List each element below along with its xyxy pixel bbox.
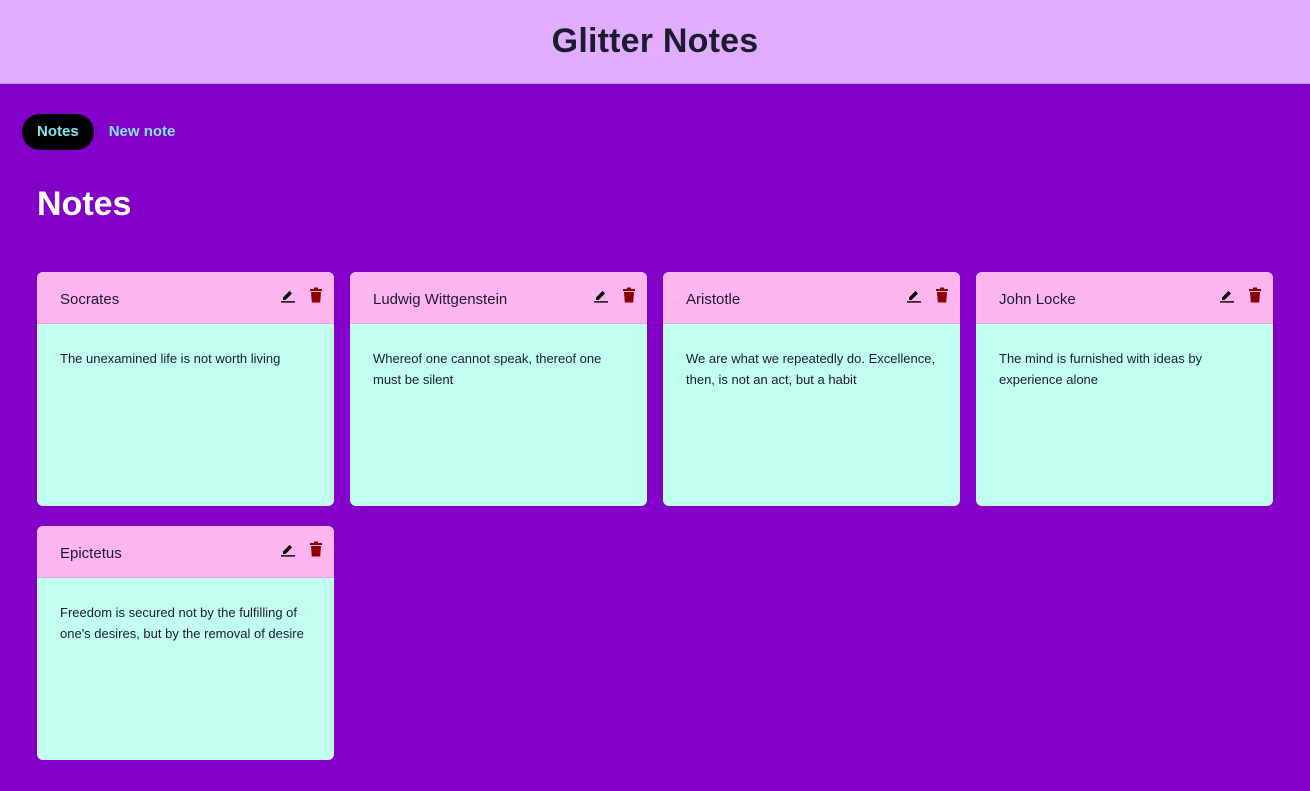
page-title: Notes (37, 185, 132, 223)
note-body: Whereof one cannot speak, thereof one mu… (373, 351, 602, 387)
nav-link-new-note[interactable]: New note (94, 114, 191, 150)
note-card: Epictetus Freedom is secured not by the … (37, 526, 334, 760)
main-nav: Notes New note (22, 114, 190, 150)
note-header: John Locke (976, 272, 1273, 324)
note-title: Socrates (60, 291, 120, 308)
note-card: Socrates The unexamined life is not wort… (37, 272, 334, 506)
note-title: Ludwig Wittgenstein (373, 291, 508, 308)
trash-icon[interactable] (308, 541, 324, 557)
notes-grid: Socrates The unexamined life is not wort… (37, 272, 1274, 760)
trash-icon[interactable] (621, 287, 637, 303)
note-title: John Locke (999, 291, 1076, 308)
note-body: Freedom is secured not by the fulfilling… (60, 605, 304, 641)
pencil-icon[interactable] (1219, 287, 1235, 303)
note-card: Ludwig Wittgenstein Whereof one cannot s… (350, 272, 647, 506)
note-card: Aristotle We are what we repeatedly do. … (663, 272, 960, 506)
note-body: We are what we repeatedly do. Excellence… (686, 351, 936, 387)
note-header: Epictetus (37, 526, 334, 578)
trash-icon[interactable] (308, 287, 324, 303)
note-actions (1219, 287, 1263, 303)
note-actions (280, 541, 324, 557)
pencil-icon[interactable] (906, 287, 922, 303)
note-header: Aristotle (663, 272, 960, 324)
note-body: The mind is furnished with ideas by expe… (999, 351, 1203, 387)
note-title: Epictetus (60, 545, 122, 562)
note-body: The unexamined life is not worth living (60, 351, 281, 366)
pencil-icon[interactable] (593, 287, 609, 303)
note-actions (593, 287, 637, 303)
trash-icon[interactable] (1247, 287, 1263, 303)
note-card: John Locke The mind is furnished with id… (976, 272, 1273, 506)
note-actions (280, 287, 324, 303)
note-title: Aristotle (686, 291, 741, 308)
note-actions (906, 287, 950, 303)
app-header: Glitter Notes (0, 0, 1310, 84)
nav-link-notes[interactable]: Notes (22, 114, 94, 150)
pencil-icon[interactable] (280, 541, 296, 557)
pencil-icon[interactable] (280, 287, 296, 303)
note-header: Ludwig Wittgenstein (350, 272, 647, 324)
trash-icon[interactable] (934, 287, 950, 303)
app-title: Glitter Notes (551, 22, 759, 60)
note-header: Socrates (37, 272, 334, 324)
